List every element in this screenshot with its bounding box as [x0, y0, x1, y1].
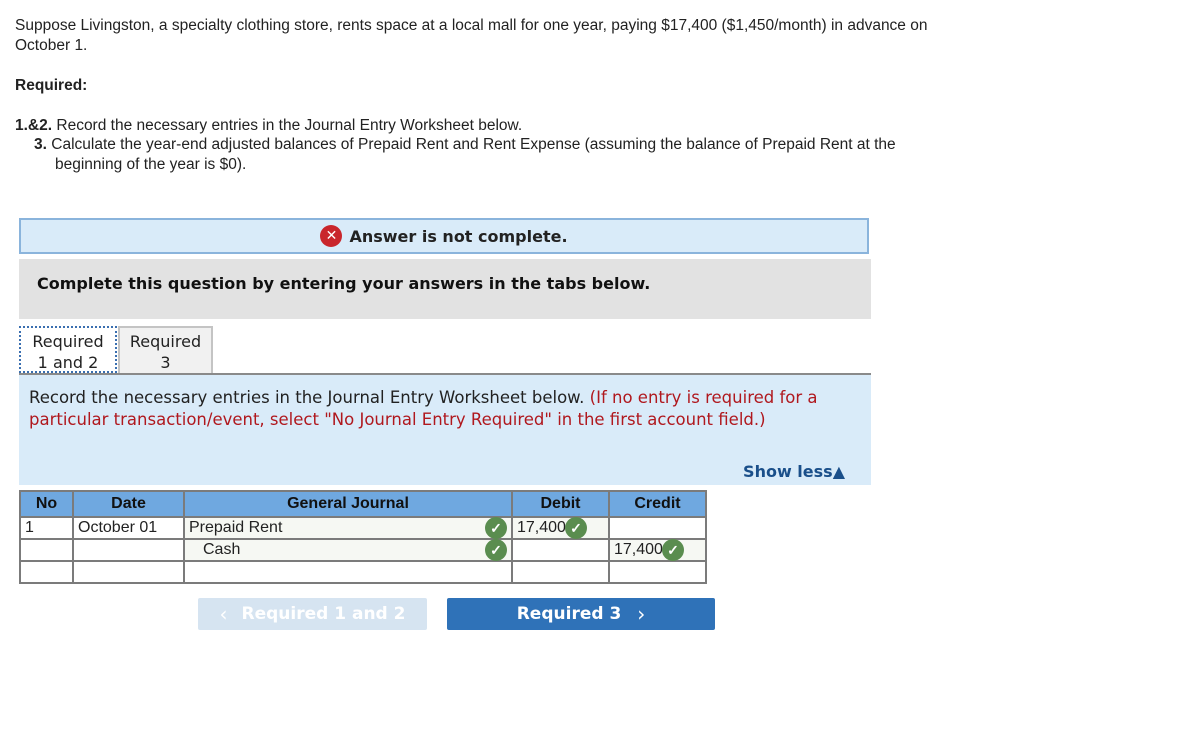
required-item-text: Record the necessary entries in the Jour… [56, 117, 523, 134]
header-no: No [19, 490, 74, 518]
chevron-left-icon: ‹ [219, 602, 228, 626]
debit-input[interactable] [511, 560, 610, 584]
tab-bar: Required 1 and 2 Required 3 [19, 326, 871, 375]
required-item-1: 1.&2. Record the necessary entries in th… [15, 116, 522, 136]
header-date: Date [72, 490, 185, 518]
tab-label-line1: Required [129, 332, 202, 351]
account-select[interactable]: Prepaid Rent ✓ [183, 516, 513, 540]
tab-content-instructions: Record the necessary entries in the Jour… [19, 375, 871, 485]
table-row [19, 560, 707, 584]
credit-input[interactable] [608, 516, 707, 540]
required-title: Required: [15, 77, 88, 94]
check-circle-icon: ✓ [565, 517, 587, 539]
required-item-text: Calculate the year-end adjusted balances… [51, 136, 896, 173]
worksheet-instruction: Record the necessary entries in the Jour… [29, 388, 585, 407]
tab-label-line2: 3 [160, 353, 171, 372]
show-less-link[interactable]: Show less▲ [743, 461, 845, 483]
debit-input[interactable] [511, 538, 610, 562]
check-circle-icon: ✓ [485, 517, 507, 539]
next-tab-label: Required 3 [516, 604, 622, 624]
journal-entry-table: No Date General Journal Debit Credit 1 O… [19, 490, 707, 584]
tab-required-3[interactable]: Required 3 [118, 326, 213, 373]
table-header-row: No Date General Journal Debit Credit [19, 490, 707, 518]
x-circle-icon: ✕ [320, 225, 343, 247]
chevron-right-icon: › [637, 602, 646, 626]
debit-value: 17,400 [517, 519, 566, 536]
instruction-box: Complete this question by entering your … [19, 259, 871, 319]
account-select[interactable]: Cash ✓ [183, 538, 513, 562]
show-less-label: Show less [743, 462, 833, 481]
table-row: 1 October 01 Prepaid Rent ✓ 17,400 ✓ [19, 516, 707, 540]
check-circle-icon: ✓ [485, 539, 507, 561]
debit-input[interactable]: 17,400 ✓ [511, 516, 610, 540]
header-debit: Debit [511, 490, 610, 518]
table-row: Cash ✓ 17,400 ✓ [19, 538, 707, 562]
tab-label-line1: Required [32, 332, 104, 351]
triangle-up-icon: ▲ [832, 462, 845, 481]
instruction-text: Complete this question by entering your … [37, 274, 651, 293]
account-value: Cash [203, 541, 241, 558]
entry-date [72, 538, 185, 562]
prev-tab-label: Required 1 and 2 [241, 604, 406, 624]
problem-statement: Suppose Livingston, a specialty clothing… [15, 16, 965, 56]
required-item-3: 3. Calculate the year-end adjusted balan… [34, 135, 955, 175]
account-value: Prepaid Rent [189, 519, 283, 536]
tab-label-line2: 1 and 2 [37, 353, 99, 372]
entry-date [72, 560, 185, 584]
next-tab-button[interactable]: Required 3 › [447, 598, 715, 630]
answer-status-text: Answer is not complete. [349, 226, 568, 246]
required-item-number: 3. [34, 136, 47, 153]
header-general-journal: General Journal [183, 490, 513, 518]
credit-input[interactable] [608, 560, 707, 584]
required-item-number: 1.&2. [15, 117, 53, 134]
entry-date: October 01 [72, 516, 185, 540]
entry-no: 1 [19, 516, 74, 540]
answer-status-banner: ✕ Answer is not complete. [19, 218, 869, 254]
tab-required-1-and-2[interactable]: Required 1 and 2 [19, 326, 117, 373]
check-circle-icon: ✓ [662, 539, 684, 561]
problem-text: Suppose Livingston, a specialty clothing… [15, 17, 928, 54]
entry-no [19, 538, 74, 562]
account-select[interactable] [183, 560, 513, 584]
credit-input[interactable]: 17,400 ✓ [608, 538, 707, 562]
header-credit: Credit [608, 490, 707, 518]
credit-value: 17,400 [614, 541, 663, 558]
entry-no [19, 560, 74, 584]
prev-tab-button[interactable]: ‹ Required 1 and 2 [198, 598, 427, 630]
